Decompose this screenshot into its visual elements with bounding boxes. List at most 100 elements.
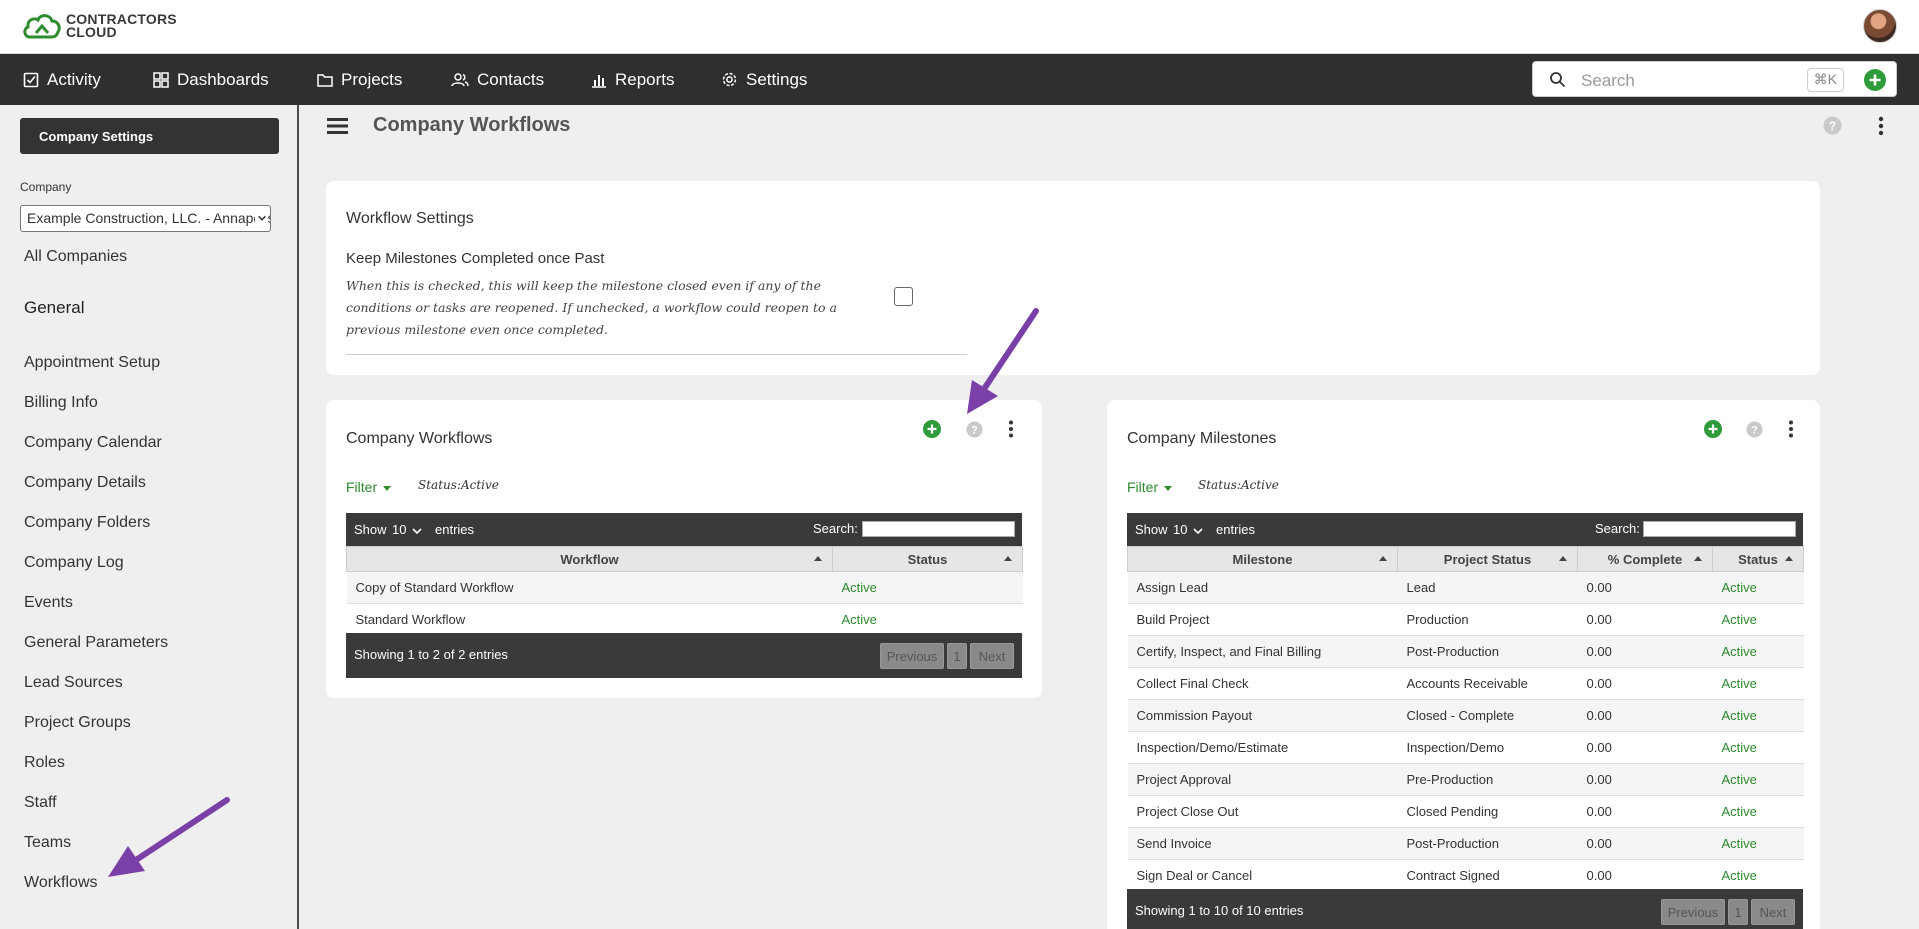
table-row[interactable]: Assign Lead Lead 0.00 Active <box>1127 571 1804 604</box>
table-search-label: Search: <box>1595 521 1640 536</box>
sidebar-item-company-details[interactable]: Company Details <box>24 474 146 492</box>
table-row[interactable]: Certify, Inspect, and Final Billing Post-… <box>1127 635 1804 668</box>
sidebar-item-appointment-setup[interactable]: Appointment Setup <box>24 354 160 372</box>
milestone-name[interactable]: Commission Payout <box>1127 699 1398 732</box>
sidebar-item-lead-sources[interactable]: Lead Sources <box>24 674 123 692</box>
add-icon[interactable] <box>923 420 941 438</box>
grid-icon <box>153 71 169 88</box>
table-row[interactable]: Commission Payout Closed - Complete 0.00 Ac… <box>1127 699 1804 732</box>
chevron-down-icon <box>1193 527 1204 534</box>
sidebar-item-company-log[interactable]: Company Log <box>24 554 124 572</box>
page-1-button[interactable]: 1 <box>947 643 967 669</box>
milestone-name[interactable]: Send Invoice <box>1127 827 1398 860</box>
nav-projects[interactable]: Projects <box>317 54 402 105</box>
sidebar-item-project-groups[interactable]: Project Groups <box>24 714 131 732</box>
milestone-name[interactable]: Sign Deal or Cancel <box>1127 859 1398 892</box>
menu-icon[interactable] <box>327 117 348 135</box>
milestone-name[interactable]: Build Project <box>1127 603 1398 636</box>
milestone-name[interactable]: Certify, Inspect, and Final Billing <box>1127 635 1398 668</box>
table-row[interactable]: Standard Workflow Active <box>346 603 1023 636</box>
user-avatar[interactable] <box>1863 9 1897 43</box>
more-vertical-icon[interactable] <box>1787 420 1795 438</box>
sidebar-item-events[interactable]: Events <box>24 594 73 612</box>
nav-contacts-label: Contacts <box>477 69 545 89</box>
next-page-button[interactable]: Next <box>1751 899 1795 925</box>
milestone-name[interactable]: Project Approval <box>1127 763 1398 796</box>
table-row[interactable]: Inspection/Demo/Estimate Inspection/Demo 0… <box>1127 731 1804 764</box>
table-info: Showing 1 to 10 of 10 entries <box>1135 903 1304 918</box>
table-row[interactable]: Sign Deal or Cancel Contract Signed 0.00 Ac… <box>1127 859 1804 892</box>
sidebar-item-all-companies[interactable]: All Companies <box>24 248 127 266</box>
brand-line-2: CLOUD <box>66 24 117 40</box>
previous-page-button[interactable]: Previous <box>880 643 944 669</box>
brand-name: CONTRACTORS CLOUD <box>66 12 177 40</box>
workflow-name[interactable]: Standard Workflow <box>346 603 833 636</box>
column-header-project-status[interactable]: Project Status <box>1397 546 1578 572</box>
nav-settings[interactable]: Settings <box>721 54 807 105</box>
global-search[interactable]: Search ⌘K <box>1532 61 1897 97</box>
table-search-input[interactable] <box>1643 521 1796 537</box>
table-row[interactable]: Project Close Out Closed Pending 0.00 Activ… <box>1127 795 1804 828</box>
column-header-status[interactable]: Status <box>1712 546 1804 572</box>
more-vertical-icon[interactable] <box>1877 116 1885 136</box>
brand-logo[interactable]: CONTRACTORS CLOUD <box>22 11 177 41</box>
project-status-cell: Post-Production <box>1397 827 1578 860</box>
column-header-label: Milestone <box>1232 551 1293 567</box>
help-icon[interactable]: ? <box>1746 421 1763 438</box>
sidebar-item-staff[interactable]: Staff <box>24 794 57 812</box>
table-search-input[interactable] <box>862 521 1015 537</box>
column-header-status[interactable]: Status <box>832 546 1023 572</box>
nav-reports[interactable]: Reports <box>591 54 675 105</box>
sidebar-item-billing-info[interactable]: Billing Info <box>24 394 98 412</box>
percent-complete-cell: 0.00 <box>1577 667 1713 700</box>
nav-contacts[interactable]: Contacts <box>451 54 544 105</box>
keep-milestones-checkbox[interactable] <box>894 287 913 306</box>
sidebar-item-teams[interactable]: Teams <box>24 834 71 852</box>
project-status-cell: Inspection/Demo <box>1397 731 1578 764</box>
table-row[interactable]: Send Invoice Post-Production 0.00 Active <box>1127 827 1804 860</box>
checkbox-icon <box>23 72 39 87</box>
add-icon[interactable] <box>1864 69 1886 91</box>
main-nav: Activity Dashboards Projects Contacts Re… <box>0 54 1919 105</box>
filter-label: Filter <box>1127 479 1159 495</box>
next-page-button[interactable]: Next <box>970 643 1014 669</box>
column-header-workflow[interactable]: Workflow <box>346 546 833 572</box>
chevron-down-icon <box>255 209 267 227</box>
previous-page-button[interactable]: Previous <box>1661 899 1725 925</box>
sidebar-item-general-parameters[interactable]: General Parameters <box>24 634 168 652</box>
milestone-name[interactable]: Collect Final Check <box>1127 667 1398 700</box>
add-icon[interactable] <box>1704 420 1722 438</box>
sidebar-item-workflows[interactable]: Workflows <box>24 874 98 892</box>
project-status-cell: Accounts Receivable <box>1397 667 1578 700</box>
more-vertical-icon[interactable] <box>1007 420 1015 438</box>
table-row[interactable]: Copy of Standard Workflow Active <box>346 571 1023 604</box>
filter-dropdown[interactable]: Filter <box>346 479 392 495</box>
divider <box>346 354 967 355</box>
status-cell: Active <box>1712 699 1804 732</box>
table-toolbar: Show 10 entries Search: <box>1127 513 1803 547</box>
milestone-name[interactable]: Inspection/Demo/Estimate <box>1127 731 1398 764</box>
company-settings-button[interactable]: Company Settings <box>20 118 279 154</box>
workflow-name[interactable]: Copy of Standard Workflow <box>346 571 833 604</box>
page-length-select[interactable]: 10 <box>392 522 423 537</box>
sidebar-item-company-folders[interactable]: Company Folders <box>24 514 150 532</box>
column-header-milestone[interactable]: Milestone <box>1127 546 1398 572</box>
table-row[interactable]: Project Approval Pre-Production 0.00 Active <box>1127 763 1804 796</box>
sort-up-icon <box>1559 556 1567 561</box>
help-icon[interactable]: ? <box>1823 116 1842 135</box>
page-length-select[interactable]: 10 <box>1173 522 1204 537</box>
table-row[interactable]: Collect Final Check Accounts Receivable 0.… <box>1127 667 1804 700</box>
milestones-table-body: Assign Lead Lead 0.00 Active Build Project Pr… <box>1127 571 1804 892</box>
milestone-name[interactable]: Project Close Out <box>1127 795 1398 828</box>
sidebar-item-roles[interactable]: Roles <box>24 754 65 772</box>
table-row[interactable]: Build Project Production 0.00 Active <box>1127 603 1804 636</box>
milestone-name[interactable]: Assign Lead <box>1127 571 1398 604</box>
column-header-percent-complete[interactable]: % Complete <box>1577 546 1713 572</box>
filter-dropdown[interactable]: Filter <box>1127 479 1173 495</box>
company-select[interactable]: Example Construction, LLC. - Annapolis <box>20 205 271 232</box>
help-icon[interactable]: ? <box>966 421 983 438</box>
nav-dashboards[interactable]: Dashboards <box>153 54 269 105</box>
page-1-button[interactable]: 1 <box>1728 899 1748 925</box>
nav-activity[interactable]: Activity <box>23 54 101 105</box>
sidebar-item-company-calendar[interactable]: Company Calendar <box>24 434 162 452</box>
